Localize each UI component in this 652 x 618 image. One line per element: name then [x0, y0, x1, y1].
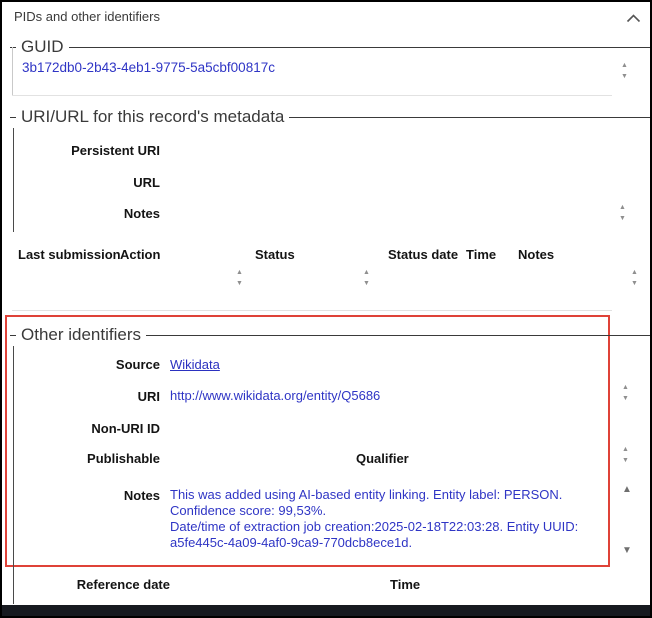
pids-panel: PIDs and other identifiers GUID 3b172db0…: [0, 0, 652, 618]
scroll-down-icon[interactable]: ▼: [363, 280, 370, 287]
footer-time-label: Time: [390, 577, 421, 592]
uri-field[interactable]: http://www.wikidata.org/entity/Q5686: [170, 388, 380, 403]
uri-url-legend: URI/URL for this record's metadata: [16, 107, 290, 127]
section-divider: [12, 310, 612, 311]
notes-label: Notes: [123, 206, 160, 221]
non-uri-id-label: Non-URI ID: [91, 421, 160, 436]
source-label: Source: [115, 357, 160, 372]
scroll-up-icon[interactable]: ▲: [621, 62, 628, 69]
publishable-label: Publishable: [87, 451, 160, 466]
collapse-panel-button[interactable]: [626, 10, 641, 28]
guid-field-scrollbar[interactable]: ▲ ▼: [621, 62, 628, 80]
col-last-submission: Last submission: [18, 247, 121, 262]
oi-notes-scroll-up[interactable]: ▲: [622, 485, 632, 495]
scroll-down-icon[interactable]: ▼: [621, 73, 628, 80]
action-field-scrollbar[interactable]: ▲ ▼: [236, 269, 243, 287]
url-label: URL: [133, 175, 160, 190]
scroll-up-icon[interactable]: ▲: [236, 269, 243, 276]
scroll-up-icon[interactable]: ▲: [619, 204, 626, 211]
guid-fieldset-border: [10, 47, 650, 48]
uri-field-scrollbar[interactable]: ▲ ▼: [622, 384, 629, 402]
guid-field-border-bottom: [12, 95, 612, 96]
reference-date-label: Reference date: [76, 577, 170, 592]
uri-label: URI: [137, 389, 160, 404]
oi-notes-label: Notes: [123, 488, 160, 503]
guid-legend: GUID: [16, 37, 69, 57]
scroll-up-icon: ▲: [622, 484, 632, 495]
col-action: Action: [120, 247, 161, 262]
scroll-down-icon[interactable]: ▼: [619, 215, 626, 222]
guid-field-border: [12, 47, 13, 95]
scroll-down-icon[interactable]: ▼: [622, 395, 629, 402]
col-status-date: Status date: [388, 247, 459, 262]
scroll-up-icon[interactable]: ▲: [622, 446, 629, 453]
other-identifiers-legend: Other identifiers: [16, 325, 146, 345]
panel-title: PIDs and other identifiers: [14, 9, 160, 24]
col-status: Status: [255, 247, 295, 262]
guid-field[interactable]: 3b172db0-2b43-4eb1-9775-5a5cbf00817c: [22, 60, 275, 75]
scroll-up-icon[interactable]: ▲: [622, 384, 629, 391]
source-value-link[interactable]: Wikidata: [170, 357, 220, 372]
scroll-up-icon[interactable]: ▲: [363, 269, 370, 276]
other-identifiers-field-border: [13, 346, 14, 604]
col-time: Time: [466, 247, 497, 262]
oi-notes-field[interactable]: This was added using AI-based entity lin…: [170, 487, 615, 551]
scroll-down-icon[interactable]: ▼: [631, 280, 638, 287]
scroll-up-icon[interactable]: ▲: [631, 269, 638, 276]
scroll-down-icon: ▼: [622, 545, 632, 556]
oi-notes-scroll-down[interactable]: ▼: [622, 546, 632, 556]
scroll-down-icon[interactable]: ▼: [622, 457, 629, 464]
qualifier-label: Qualifier: [356, 451, 409, 466]
persistent-uri-label: Persistent URI: [71, 143, 160, 158]
bottom-bar: [2, 605, 650, 616]
qualifier-field-scrollbar[interactable]: ▲ ▼: [622, 446, 629, 464]
submission-notes-scrollbar[interactable]: ▲ ▼: [631, 269, 638, 287]
col-notes: Notes: [518, 247, 555, 262]
status-field-scrollbar[interactable]: ▲ ▼: [363, 269, 370, 287]
chevron-up-icon: [626, 10, 641, 27]
notes-field-scrollbar[interactable]: ▲ ▼: [619, 204, 626, 222]
scroll-down-icon[interactable]: ▼: [236, 280, 243, 287]
